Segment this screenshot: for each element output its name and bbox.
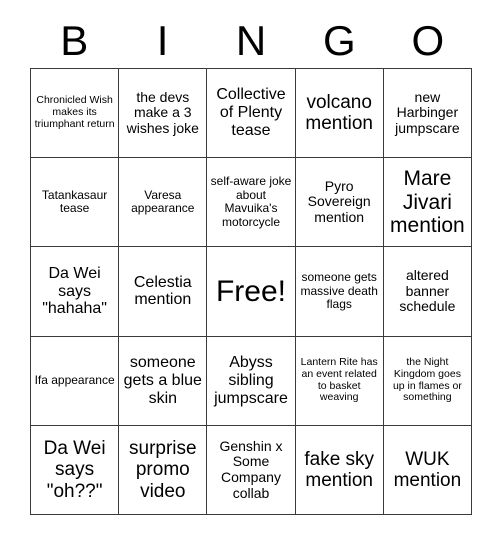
bingo-cell[interactable]: surprise promo video bbox=[119, 425, 208, 515]
bingo-cell[interactable]: Lantern Rite has an event related to bas… bbox=[295, 336, 384, 426]
bingo-cell-free[interactable]: Free! bbox=[207, 247, 296, 337]
bingo-cell-label: surprise promo video bbox=[129, 437, 197, 502]
bingo-cell-label: Free! bbox=[215, 274, 286, 308]
bingo-cell[interactable]: Da Wei says "oh??" bbox=[31, 425, 120, 515]
bingo-cell[interactable]: Varesa appearance bbox=[119, 158, 208, 248]
bingo-cell-label: Pyro Sovereign mention bbox=[307, 177, 371, 226]
bingo-cell-label: Genshin x Some Company collab bbox=[219, 437, 283, 501]
bingo-header-letter-o: O bbox=[411, 17, 445, 64]
bingo-cell-label: the Night Kingdom goes up in flames or s… bbox=[392, 356, 462, 404]
bingo-cell-label: self-aware joke about Mavuika's motorcyc… bbox=[210, 174, 292, 229]
bingo-cell[interactable]: Genshin x Some Company collab bbox=[207, 425, 296, 515]
bingo-cell[interactable]: Pyro Sovereign mention bbox=[295, 158, 384, 248]
bingo-cell-label: Da Wei says "oh??" bbox=[43, 437, 106, 502]
bingo-cell-label: Chronicled Wish makes its triumphant ret… bbox=[34, 94, 115, 130]
bingo-cell[interactable]: the Night Kingdom goes up in flames or s… bbox=[383, 336, 472, 426]
bingo-cell[interactable]: altered banner schedule bbox=[383, 247, 472, 337]
bingo-cell[interactable]: Abyss sibling jumpscare bbox=[207, 336, 296, 426]
bingo-header-letter-i: I bbox=[156, 17, 169, 64]
bingo-cell[interactable]: self-aware joke about Mavuika's motorcyc… bbox=[207, 158, 296, 248]
bingo-header-letter-n: N bbox=[235, 17, 267, 64]
bingo-cell-label: Ifa appearance bbox=[34, 372, 115, 387]
bingo-cell-label: someone gets a blue skin bbox=[123, 353, 202, 407]
bingo-cell[interactable]: WUK mention bbox=[383, 425, 472, 515]
bingo-cell[interactable]: volcano mention bbox=[295, 69, 384, 159]
bingo-cell[interactable]: Tatankasaur tease bbox=[31, 158, 120, 248]
bingo-cell-label: Varesa appearance bbox=[131, 187, 195, 216]
bingo-cell[interactable]: the devs make a 3 wishes joke bbox=[119, 69, 208, 159]
bingo-cell-label: Mare Jivari mention bbox=[390, 167, 465, 238]
bingo-cell-label: Lantern Rite has an event related to bas… bbox=[300, 356, 378, 404]
bingo-cell-label: altered banner schedule bbox=[399, 266, 456, 315]
bingo-cell[interactable]: Da Wei says "hahaha" bbox=[31, 247, 120, 337]
bingo-cell-label: Tatankasaur tease bbox=[41, 187, 108, 216]
bingo-cell[interactable]: Celestia mention bbox=[119, 247, 208, 337]
bingo-cell[interactable]: fake sky mention bbox=[295, 425, 384, 515]
bingo-cell-label: Da Wei says "hahaha" bbox=[42, 264, 107, 318]
bingo-cell-label: the devs make a 3 wishes joke bbox=[126, 88, 199, 136]
bingo-cell-label: WUK mention bbox=[393, 448, 462, 491]
bingo-cell[interactable]: someone gets massive death flags bbox=[295, 247, 384, 337]
bingo-cell[interactable]: Chronicled Wish makes its triumphant ret… bbox=[31, 69, 120, 159]
bingo-cell[interactable]: Mare Jivari mention bbox=[383, 158, 472, 248]
bingo-cell[interactable]: Collective of Plenty tease bbox=[207, 69, 296, 159]
bingo-cell-label: Abyss sibling jumpscare bbox=[214, 353, 288, 407]
bingo-cell-label: someone gets massive death flags bbox=[300, 270, 378, 312]
bingo-cell[interactable]: Ifa appearance bbox=[31, 336, 120, 426]
bingo-cell-label: new Harbinger jumpscare bbox=[395, 88, 460, 136]
bingo-grid: Chronicled Wish makes its triumphant ret… bbox=[30, 68, 472, 515]
bingo-cell-label: Celestia mention bbox=[133, 273, 192, 309]
bingo-cell-label: volcano mention bbox=[305, 91, 373, 135]
bingo-cell-label: fake sky mention bbox=[304, 448, 375, 491]
bingo-cell[interactable]: someone gets a blue skin bbox=[119, 336, 208, 426]
bingo-header-letter-b: B bbox=[60, 17, 89, 64]
bingo-header-letters: B I N G O bbox=[30, 14, 472, 68]
bingo-cell[interactable]: new Harbinger jumpscare bbox=[383, 69, 472, 159]
bingo-header-letter-g: G bbox=[323, 17, 356, 64]
bingo-cell-label: Collective of Plenty tease bbox=[216, 86, 286, 140]
bingo-card: B I N G O Chronicled Wish makes its triu… bbox=[0, 0, 500, 544]
